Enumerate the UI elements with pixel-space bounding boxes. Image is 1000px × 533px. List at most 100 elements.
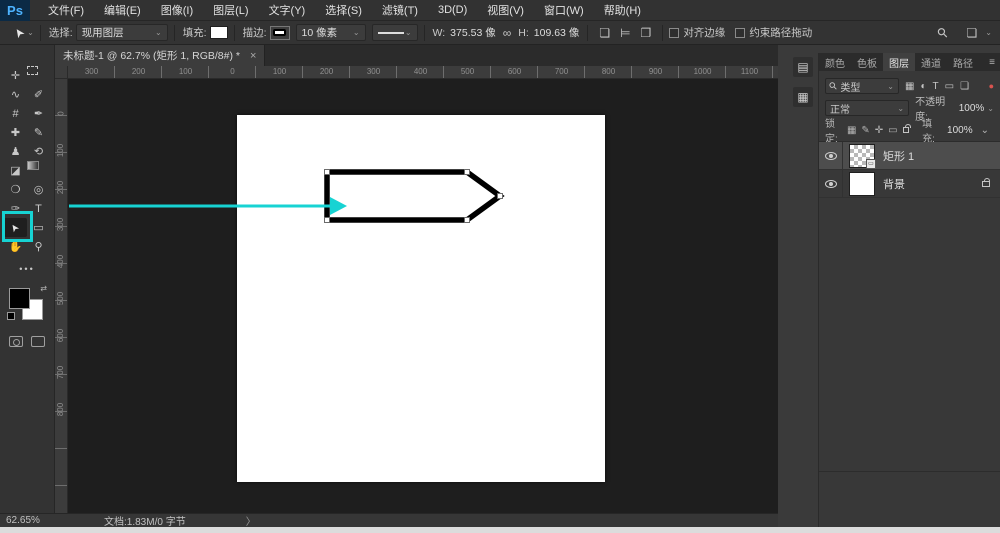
menu-item[interactable]: 视图(V) [477, 0, 534, 21]
menu-item[interactable]: 选择(S) [315, 0, 372, 21]
swap-colors-icon[interactable]: ⇄ [40, 284, 47, 293]
color-swatches: ⇄ [7, 284, 47, 322]
tab-layers[interactable]: 图层 [883, 53, 915, 71]
quick-mask-button[interactable] [9, 336, 23, 347]
path-alignment-icon[interactable]: ⊨ [615, 26, 635, 40]
screen-mode-button[interactable] [31, 336, 45, 347]
menu-item[interactable]: 图层(L) [203, 0, 258, 21]
layer-row-background[interactable]: 背景 [819, 170, 1000, 198]
layer-name[interactable]: 矩形 1 [883, 148, 914, 164]
eraser-tool-icon[interactable]: ◪ [4, 161, 27, 180]
select-mode-dropdown[interactable]: 现用图层 ⌄ [76, 24, 168, 41]
menu-item[interactable]: 编辑(E) [94, 0, 151, 21]
width-field[interactable]: 375.53 像 [448, 25, 498, 40]
visibility-toggle[interactable] [819, 170, 843, 197]
tool-preset-chevron-icon[interactable]: ⌄ [27, 28, 34, 37]
layer-thumbnail[interactable] [849, 172, 875, 196]
chevron-down-icon: ⌄ [405, 28, 412, 37]
menu-bar: Ps 文件(F)编辑(E)图像(I)图层(L)文字(Y)选择(S)滤镜(T)3D… [0, 0, 1000, 21]
gradient-tool-icon[interactable] [27, 161, 39, 170]
menu-item[interactable]: 文件(F) [38, 0, 94, 21]
filter-shape-icon[interactable]: ▭ [945, 81, 954, 92]
document-area[interactable]: 3002001000100200300400500600700800900100… [55, 66, 778, 513]
edit-toolbar-icon[interactable]: ••• [0, 264, 54, 274]
filter-toggle-icon[interactable]: ● [989, 81, 994, 91]
stroke-width-dropdown[interactable]: 10 像素 ⌄ [296, 24, 366, 41]
fill-swatch[interactable] [210, 26, 228, 39]
brush-tool-icon[interactable]: ✎ [27, 123, 50, 142]
healing-brush-tool-icon[interactable]: ✚ [4, 123, 27, 142]
stroke-label: 描边: [243, 25, 267, 40]
path-arrange-icon[interactable]: ❐ [636, 26, 657, 40]
document-tab[interactable]: 未标题-1 @ 62.7% (矩形 1, RGB/8#) * × [55, 45, 265, 66]
filter-pixel-icon[interactable]: ▦ [905, 81, 914, 92]
move-tool-icon[interactable]: ✛ [4, 66, 27, 85]
zoom-level-field[interactable]: 62.65% [6, 515, 76, 526]
pennant-shape [237, 115, 605, 482]
menu-item[interactable]: 图像(I) [151, 0, 203, 21]
menu-item[interactable]: 窗口(W) [534, 0, 594, 21]
tab-color[interactable]: 颜色 [819, 53, 851, 71]
stroke-swatch[interactable] [270, 26, 290, 40]
panel-menu-icon[interactable]: ≡ [989, 57, 1000, 68]
dodge-tool-icon[interactable]: ◎ [27, 180, 50, 199]
lasso-tool-icon[interactable]: ∿ [4, 85, 27, 104]
history-panel-icon[interactable]: ▤ [793, 57, 813, 77]
clone-stamp-tool-icon[interactable]: ♟ [4, 142, 27, 161]
layer-list: ▭ 矩形 1 背景 [819, 141, 1000, 472]
lock-transparent-icon[interactable]: ▦ [847, 125, 856, 136]
stroke-style-dropdown[interactable]: ⌄ [372, 24, 418, 41]
search-icon: ⚲ [827, 80, 840, 93]
constrain-path-checkbox[interactable]: 约束路径拖动 [735, 25, 812, 40]
tab-channels[interactable]: 通道 [915, 53, 947, 71]
search-icon[interactable]: ⚲ [934, 23, 952, 41]
tab-paths[interactable]: 路径 [947, 53, 979, 71]
width-label: W: [433, 27, 446, 39]
menu-item[interactable]: 3D(D) [428, 0, 477, 21]
filter-smartobject-icon[interactable]: ❏ [960, 81, 969, 92]
eye-icon [825, 180, 837, 188]
fill-field[interactable]: 100% [947, 125, 973, 136]
chevron-down-icon: ⌄ [981, 125, 989, 136]
tutorial-highlight-box [2, 211, 33, 242]
layer-name[interactable]: 背景 [883, 176, 905, 192]
layer-row-rectangle1[interactable]: ▭ 矩形 1 [819, 142, 1000, 170]
tab-swatches[interactable]: 色板 [851, 53, 883, 71]
filter-adjustment-icon[interactable]: ◐ [920, 81, 926, 92]
height-field[interactable]: 109.63 像 [532, 25, 582, 40]
lock-artboard-icon[interactable]: ▭ [888, 125, 897, 136]
lock-pixels-icon[interactable]: ✎ [861, 125, 869, 136]
ps-logo: Ps [0, 0, 30, 21]
blend-mode-dropdown[interactable]: 正常 ⌄ [825, 100, 909, 116]
layer-thumbnail[interactable]: ▭ [849, 144, 875, 168]
crop-tool-icon[interactable]: # [4, 104, 27, 123]
properties-panel-icon[interactable]: ▦ [793, 87, 813, 107]
lock-all-icon[interactable] [903, 127, 909, 133]
quick-selection-tool-icon[interactable]: ✐ [27, 85, 50, 104]
eyedropper-tool-icon[interactable]: ✒ [27, 104, 50, 123]
lock-position-icon[interactable]: ✛ [875, 125, 883, 136]
path-operations-icon[interactable]: ❏ [594, 26, 615, 40]
canvas[interactable] [237, 115, 605, 482]
shape-layer-badge-icon: ▭ [866, 159, 876, 169]
close-tab-icon[interactable]: × [250, 50, 256, 62]
align-edges-checkbox[interactable]: 对齐边缘 [669, 25, 725, 40]
link-dimensions-icon[interactable]: ∞ [498, 26, 517, 40]
filter-type-icon[interactable]: T [933, 81, 939, 92]
workspace-switcher-icon[interactable]: ❏ [962, 26, 983, 40]
panel-dock: ▤ ▦ 颜色 色板 图层 通道 路径 ≡ ⚲ 类型 ⌄ ▦ ◐ T ▭ ❏ ● [778, 45, 1000, 527]
chevron-down-icon: ⌄ [897, 104, 904, 113]
marquee-tool-icon[interactable] [27, 66, 38, 75]
layer-filter-dropdown[interactable]: ⚲ 类型 ⌄ [825, 78, 899, 94]
menu-item[interactable]: 滤镜(T) [372, 0, 428, 21]
checkbox-icon [735, 28, 745, 38]
opacity-field[interactable]: 100% [959, 103, 985, 114]
visibility-toggle[interactable] [819, 142, 843, 169]
status-chevron-icon[interactable]: 〉 [246, 513, 256, 528]
menu-item[interactable]: 文字(Y) [259, 0, 316, 21]
menu-item[interactable]: 帮助(H) [594, 0, 651, 21]
blur-tool-icon[interactable]: ❍ [4, 180, 27, 199]
foreground-color-swatch[interactable] [9, 288, 30, 309]
history-brush-tool-icon[interactable]: ⟲ [27, 142, 50, 161]
default-colors-icon[interactable] [7, 312, 15, 320]
